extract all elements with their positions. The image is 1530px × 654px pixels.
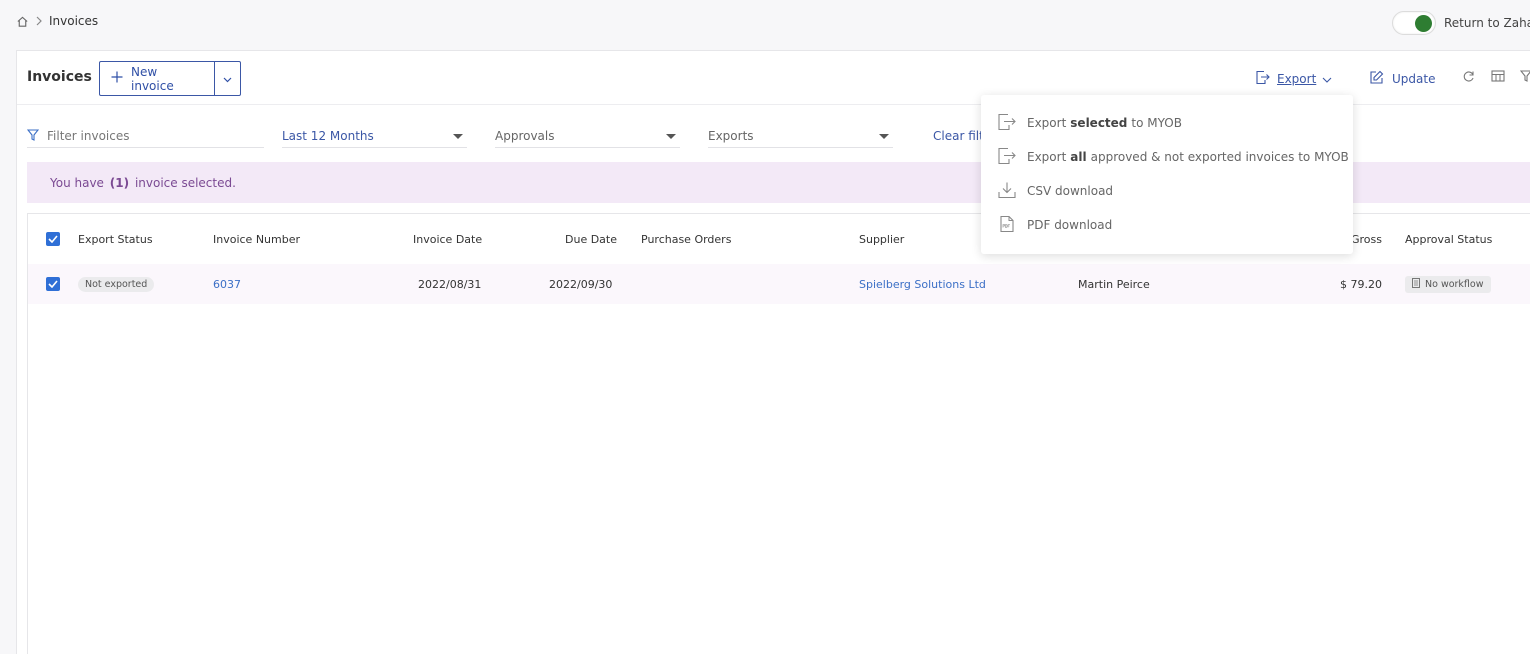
approvals-select[interactable]: Approvals (495, 125, 680, 148)
filter-invoices-input[interactable]: Filter invoices (26, 125, 264, 148)
col-export-status[interactable]: Export Status (78, 214, 153, 264)
export-file-icon (997, 113, 1017, 134)
chevron-right-icon (35, 16, 43, 26)
new-invoice-label: New invoice (131, 64, 174, 93)
person-name: Martin Peirce (1078, 277, 1150, 291)
return-toggle-group: Return to Zahar (1392, 11, 1530, 35)
col-gross[interactable]: Gross (1351, 214, 1382, 264)
top-bar: Invoices Return to Zahar (0, 0, 1530, 44)
filter-invoices-placeholder: Filter invoices (47, 129, 130, 143)
columns-icon[interactable] (1491, 70, 1505, 85)
col-supplier[interactable]: Supplier (859, 214, 904, 264)
refresh-icon[interactable] (1462, 70, 1475, 86)
select-all-checkbox[interactable] (46, 214, 60, 264)
edit-icon (1369, 70, 1384, 88)
exports-select-value: Exports (708, 129, 754, 143)
row-checkbox[interactable] (46, 264, 60, 304)
return-toggle-label: Return to Zahar (1444, 16, 1530, 30)
update-label: Update (1392, 72, 1436, 86)
approval-status-text: No workflow (1425, 278, 1484, 290)
menu-item-text: Export (1027, 150, 1067, 164)
menu-item-text: approved & not exported invoices to MYOB (1090, 150, 1349, 164)
export-button[interactable]: Export (1255, 70, 1332, 88)
invoice-date: 2022/08/31 (418, 277, 482, 291)
supplier-link[interactable]: Spielberg Solutions Ltd (859, 264, 986, 304)
col-due-date[interactable]: Due Date (565, 214, 617, 264)
menu-item-text: Export (1027, 116, 1067, 130)
menu-item-csv-download[interactable]: CSV download (981, 174, 1353, 208)
filter-icon (26, 128, 40, 144)
document-icon (1412, 277, 1420, 291)
export-dropdown-menu: Export selected to MYOB Export all approved … (981, 95, 1353, 254)
export-label: Export (1277, 72, 1317, 86)
menu-item-bold: all (1070, 150, 1087, 164)
menu-item-text: PDF download (1027, 218, 1113, 232)
export-file-icon (1255, 70, 1271, 88)
filter-icon[interactable] (1519, 70, 1530, 85)
gross-amount: $ 79.20 (1340, 277, 1382, 291)
menu-item-bold: selected (1070, 116, 1128, 130)
exports-select[interactable]: Exports (708, 125, 893, 148)
selection-suffix: invoice selected. (134, 175, 236, 190)
download-icon (997, 181, 1017, 202)
plus-icon (111, 71, 123, 86)
pdf-icon (997, 215, 1017, 236)
menu-item-export-all[interactable]: Export all approved & not exported invoice… (981, 140, 1353, 174)
export-status-badge: Not exported (78, 276, 155, 292)
table-row[interactable]: Not exported 6037 2022/08/31 2022/09/30 … (28, 264, 1530, 304)
clear-filters-link[interactable]: Clear filt (933, 129, 984, 143)
menu-item-pdf-download[interactable]: PDF download (981, 208, 1353, 242)
col-approval-status[interactable]: Approval Status (1405, 214, 1492, 264)
chevron-down-icon (1322, 72, 1332, 86)
export-file-icon (997, 147, 1017, 168)
col-invoice-date[interactable]: Invoice Date (413, 214, 482, 264)
menu-item-text: CSV download (1027, 184, 1114, 198)
invoice-number-link[interactable]: 6037 (213, 264, 241, 304)
new-invoice-split-button: New invoice (99, 61, 241, 96)
period-select-value: Last 12 Months (282, 129, 374, 143)
return-toggle[interactable] (1392, 11, 1436, 35)
menu-item-export-selected[interactable]: Export selected to MYOB (981, 106, 1353, 140)
col-purchase-orders[interactable]: Purchase Orders (641, 214, 731, 264)
home-icon[interactable] (16, 15, 29, 28)
selection-count: (1) (109, 175, 130, 190)
caret-down-icon (453, 133, 463, 139)
chevron-down-icon (223, 72, 232, 86)
new-invoice-button[interactable]: New invoice (100, 62, 215, 95)
page-title: Invoices (27, 69, 92, 85)
new-invoice-dropdown-button[interactable] (215, 62, 240, 95)
period-select[interactable]: Last 12 Months (282, 125, 467, 148)
breadcrumb-current: Invoices (49, 14, 99, 28)
approval-status-badge: No workflow (1405, 275, 1491, 293)
breadcrumb: Invoices (16, 14, 98, 28)
caret-down-icon (666, 133, 676, 139)
col-invoice-number[interactable]: Invoice Number (213, 214, 300, 264)
selection-prefix: You have (50, 175, 104, 190)
caret-down-icon (879, 133, 889, 139)
update-button[interactable]: Update (1369, 70, 1435, 88)
approvals-select-value: Approvals (495, 129, 555, 143)
invoices-table: Export Status Invoice Number Invoice Dat… (27, 213, 1530, 654)
menu-item-text: to MYOB (1131, 116, 1182, 130)
due-date: 2022/09/30 (549, 277, 613, 291)
